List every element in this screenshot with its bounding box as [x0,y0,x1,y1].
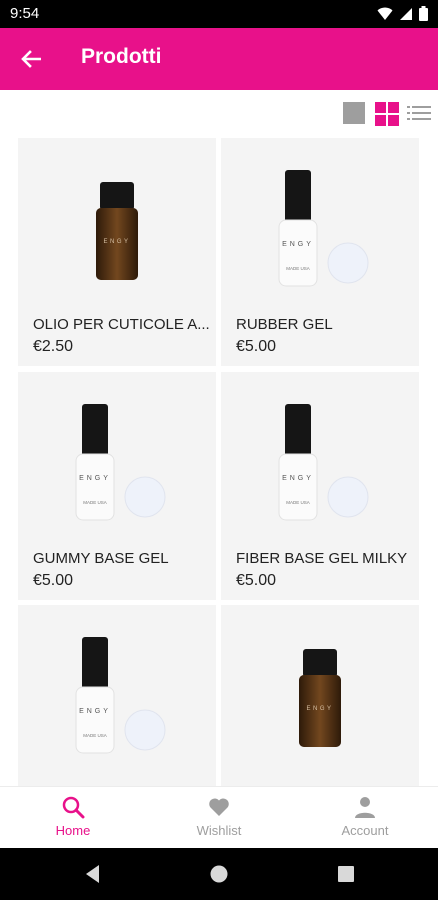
signal-icon [400,7,412,20]
system-recents-button[interactable] [334,862,358,886]
grid-view-button[interactable] [374,100,400,126]
battery-icon [419,6,428,21]
product-image: ENGY MADE USA [18,372,216,532]
arrow-back-icon [21,50,41,68]
gel-bottle-illustration: ENGY MADE USA [278,404,369,521]
nav-label-account: Account [341,823,389,838]
person-icon [355,797,375,818]
svg-text:ENGY: ENGY [282,475,314,482]
product-card[interactable]: ENGY MADE USA [18,605,216,786]
heart-icon [209,798,229,816]
system-nav-bar [0,848,438,900]
nav-label-wishlist: Wishlist [196,823,242,838]
oil-bottle-illustration: ENGY [299,649,341,747]
nav-item-account[interactable]: Account [292,787,438,849]
page-title: Prodotti [81,45,162,68]
product-card[interactable]: ENGY MADE USA FIBER BASE GEL MILKY €5.00 [221,372,419,600]
svg-text:MADE USA: MADE USA [83,500,107,505]
svg-text:MADE USA: MADE USA [286,500,310,505]
svg-text:MADE USA: MADE USA [286,266,310,271]
product-price: €5.00 [236,338,277,355]
svg-text:MADE USA: MADE USA [83,733,107,738]
app-bar: Prodotti [0,28,438,90]
svg-text:ENGY: ENGY [306,706,333,712]
gel-bottle-illustration: ENGY MADE USA [75,637,166,754]
product-image: ENGY [18,138,216,298]
back-button[interactable] [14,43,48,75]
product-price: €5.00 [33,572,74,589]
square-recents-icon [338,866,354,882]
product-name: GUMMY BASE GEL [33,550,169,567]
svg-text:ENGY: ENGY [103,239,130,245]
product-name: FIBER BASE GEL MILKY [236,550,408,567]
nav-item-home[interactable]: Home [0,787,146,849]
gel-bottle-illustration: ENGY MADE USA [75,404,166,521]
nav-label-home: Home [55,823,91,838]
square-icon [343,102,365,124]
nav-item-wishlist[interactable]: Wishlist [146,787,292,849]
list-view-button[interactable] [406,100,432,126]
search-icon [62,796,85,819]
product-price: €5.00 [236,572,277,589]
grid-icon [375,102,399,126]
svg-text:ENGY: ENGY [79,708,111,715]
wifi-icon [377,7,393,20]
status-icons [377,6,428,21]
product-grid: ENGY OLIO PER CUTICOLE A... €2.50 ENGY MA… [18,138,420,786]
product-image: ENGY MADE USA [221,372,419,532]
svg-text:ENGY: ENGY [79,475,111,482]
list-icon [407,106,431,120]
product-card[interactable]: ENGY OLIO PER CUTICOLE A... €2.50 [18,138,216,366]
bottom-navigation: Home Wishlist Account [0,786,438,848]
single-view-button[interactable] [342,100,368,126]
product-card[interactable]: ENGY MADE USA GUMMY BASE GEL €5.00 [18,372,216,600]
view-toggles [318,100,438,130]
circle-home-icon [210,865,228,883]
product-image: ENGY MADE USA [221,138,419,298]
triangle-back-icon [86,865,99,883]
system-home-button[interactable] [207,862,231,886]
product-card[interactable]: ENGY MADE USA RUBBER GEL €5.00 [221,138,419,366]
product-price: €2.50 [33,338,74,355]
product-image: ENGY [221,605,419,765]
status-bar: 9:54 [0,0,438,28]
product-name: RUBBER GEL [236,316,333,333]
status-time: 9:54 [10,5,40,22]
product-name: OLIO PER CUTICOLE A... [33,316,210,333]
product-image: ENGY MADE USA [18,605,216,765]
system-back-button[interactable] [81,862,105,886]
svg-text:ENGY: ENGY [282,241,314,248]
gel-bottle-illustration: ENGY MADE USA [278,170,369,287]
oil-bottle-illustration: ENGY [96,182,138,280]
product-card[interactable]: ENGY [221,605,419,786]
